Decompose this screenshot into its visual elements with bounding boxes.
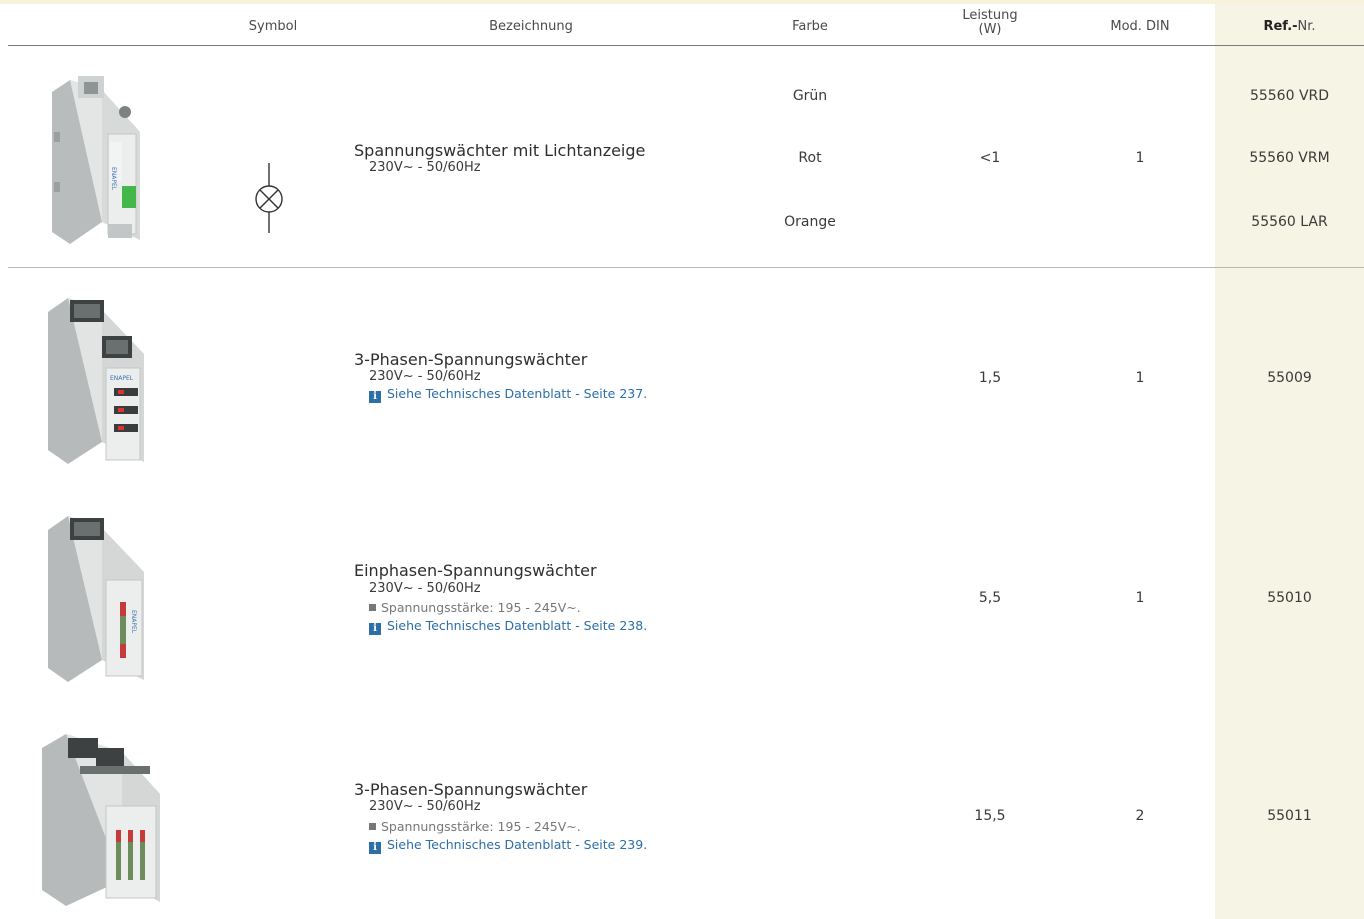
leistung-value: 15,5 xyxy=(974,808,1006,824)
product-title: Spannungswächter mit Lichtanzeige xyxy=(354,141,646,160)
spec-bullet-text: Spannungsstärke: 195 - 245V~. xyxy=(381,600,581,615)
header-symbol: Symbol xyxy=(248,19,298,34)
datasheet-link[interactable]: i Siehe Technisches Datenblatt - Seite 23… xyxy=(369,618,647,635)
top-accent-bar xyxy=(0,0,1364,4)
datasheet-link-text[interactable]: Siehe Technisches Datenblatt - Seite 238… xyxy=(387,618,647,633)
svg-text:ENAPEL: ENAPEL xyxy=(110,375,134,382)
product-image-3-phasen-spannungswaechter-2mod xyxy=(36,730,166,914)
info-icon: i xyxy=(369,842,381,854)
spec-bullet: Spannungsstärke: 195 - 245V~. xyxy=(369,819,581,834)
info-icon: i xyxy=(369,623,381,635)
header-mod-din: Mod. DIN xyxy=(1110,19,1170,34)
header-leistung-unit: (W) xyxy=(978,22,1002,37)
datasheet-link[interactable]: i Siehe Technisches Datenblatt - Seite 23… xyxy=(369,837,647,854)
din-value: 1 xyxy=(1135,150,1145,166)
ref-number: 55011 xyxy=(1267,808,1312,824)
ref-number: 55560 VRM xyxy=(1249,150,1330,166)
ref-number: 55010 xyxy=(1267,590,1312,606)
color-option: Orange xyxy=(784,214,836,230)
product-spec: 230V~ - 50/60Hz xyxy=(369,581,481,596)
din-value: 1 xyxy=(1135,370,1145,386)
header-leistung-label: Leistung xyxy=(962,8,1018,23)
bullet-square xyxy=(369,823,376,830)
svg-text:ENAPEL: ENAPEL xyxy=(130,610,137,634)
svg-text:ENAPEL: ENAPEL xyxy=(110,167,117,191)
datasheet-link-text[interactable]: Siehe Technisches Datenblatt - Seite 237… xyxy=(387,386,647,401)
product-title: 3-Phasen-Spannungswächter xyxy=(354,350,588,369)
row-divider xyxy=(8,267,1364,268)
header-ref-bold: Ref.- xyxy=(1263,19,1298,34)
product-spec: 230V~ - 50/60Hz xyxy=(369,799,481,814)
bullet-square xyxy=(369,604,376,611)
header-divider xyxy=(8,45,1364,46)
product-title: 3-Phasen-Spannungswächter xyxy=(354,780,588,799)
product-image-einphasen-spannungswaechter: ENAPEL xyxy=(40,510,156,690)
din-value: 1 xyxy=(1135,590,1145,606)
product-spec: 230V~ - 50/60Hz xyxy=(369,369,481,384)
header-leistung: Leistung (W) xyxy=(950,9,1030,37)
header-bezeichnung: Bezeichnung xyxy=(489,19,573,34)
info-icon: i xyxy=(369,391,381,403)
header-ref-nr: Ref.-Nr. xyxy=(1215,19,1364,34)
leistung-value: 5,5 xyxy=(978,590,1002,606)
color-option: Rot xyxy=(798,150,822,166)
ref-number: 55560 LAR xyxy=(1251,214,1328,230)
din-value: 2 xyxy=(1135,808,1145,824)
product-spec: 230V~ - 50/60Hz xyxy=(369,160,481,175)
color-option: Grün xyxy=(792,88,828,104)
datasheet-link-text[interactable]: Siehe Technisches Datenblatt - Seite 239… xyxy=(387,837,647,852)
product-image-3-phasen-spannungswaechter: ENAPEL xyxy=(40,292,156,472)
spec-bullet-text: Spannungsstärke: 195 - 245V~. xyxy=(381,819,581,834)
header-ref-rest: Nr. xyxy=(1297,19,1316,34)
ref-column-background xyxy=(1215,4,1364,919)
indicator-lamp-symbol-icon xyxy=(252,163,286,239)
product-title: Einphasen-Spannungswächter xyxy=(354,561,597,580)
spec-bullet: Spannungsstärke: 195 - 245V~. xyxy=(369,600,581,615)
ref-number: 55009 xyxy=(1267,370,1312,386)
product-image-spannungswaechter-lichtanzeige: ENAPEL xyxy=(42,72,152,252)
datasheet-link[interactable]: i Siehe Technisches Datenblatt - Seite 23… xyxy=(369,386,647,403)
leistung-value: 1,5 xyxy=(978,370,1002,386)
header-farbe: Farbe xyxy=(792,19,828,34)
ref-number: 55560 VRD xyxy=(1249,88,1330,104)
leistung-value: <1 xyxy=(979,150,1001,166)
